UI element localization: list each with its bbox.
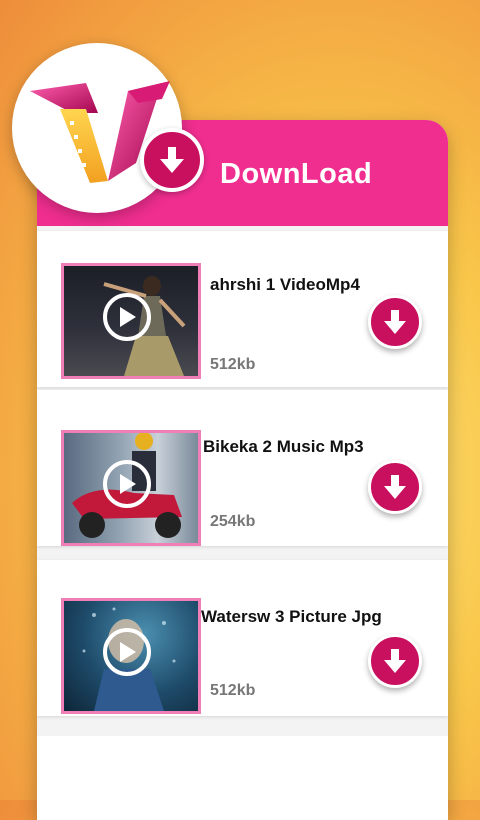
item-title: ahrshi 1 VideoMp4	[210, 275, 360, 294]
list-item[interactable]: ahrshi 1 VideoMp4 512kb	[37, 231, 448, 387]
scooter-rider-image[interactable]	[61, 430, 201, 546]
play-icon	[120, 474, 136, 494]
item-size: 512kb	[210, 356, 256, 373]
play-icon	[120, 642, 136, 662]
play-button[interactable]	[103, 460, 151, 508]
page-title: DownLoad	[220, 158, 373, 190]
download-icon	[384, 475, 406, 499]
play-button[interactable]	[103, 293, 151, 341]
play-icon	[120, 307, 136, 327]
item-size: 254kb	[210, 513, 256, 530]
download-icon	[384, 310, 406, 334]
download-button[interactable]	[368, 634, 422, 688]
empty-list-item	[37, 736, 448, 820]
item-size: 512kb	[210, 682, 256, 699]
item-title: Watersw 3 Picture Jpg	[201, 607, 382, 626]
list-item[interactable]: Bikeka 2 Music Mp3 254kb	[37, 390, 448, 546]
download-button[interactable]	[368, 460, 422, 514]
logo-download-badge	[140, 128, 204, 192]
list-item[interactable]: Watersw 3 Picture Jpg 512kb	[37, 560, 448, 716]
download-icon	[160, 147, 184, 173]
download-card: DownLoad ahrshi 1 VideoMp4 512kb Bikeka …	[37, 120, 448, 820]
item-title: Bikeka 2 Music Mp3	[203, 437, 364, 456]
download-icon	[384, 649, 406, 673]
play-button[interactable]	[103, 628, 151, 676]
dancer-image[interactable]	[61, 263, 201, 379]
download-button[interactable]	[368, 295, 422, 349]
underwater-person-image[interactable]	[61, 598, 201, 714]
